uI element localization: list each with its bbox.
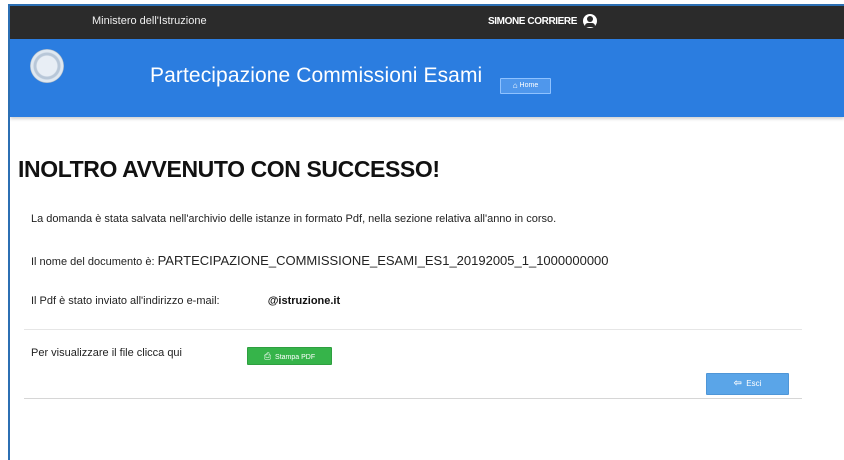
browser-frame: Ministero dell'Istruzione SIMONE CORRIER… xyxy=(8,4,844,460)
ministry-name: Ministero dell'Istruzione xyxy=(92,15,207,27)
printer-icon: ⎙ xyxy=(263,351,272,361)
user-menu[interactable]: SIMONE CORRIERE xyxy=(488,14,598,28)
app-title: Partecipazione Commissioni Esami xyxy=(150,64,483,87)
exit-button-label: Esci xyxy=(746,379,762,388)
document-name: PARTECIPAZIONE_COMMISSIONE_ESAMI_ES1_201… xyxy=(157,253,609,268)
success-headline: INOLTRO AVVENUTO CON SUCCESSO! xyxy=(18,156,440,182)
ministry-topbar: Ministero dell'Istruzione SIMONE CORRIER… xyxy=(10,6,844,39)
pdf-panel: Per visualizzare il file clicca qui ⎙ St… xyxy=(24,329,802,399)
saved-message: La domanda è stata salvata nell'archivio… xyxy=(31,213,557,225)
republic-emblem-icon xyxy=(30,49,64,83)
email-masked-value: hidden xyxy=(223,295,265,307)
home-button-label: Home xyxy=(519,82,539,89)
view-file-label: Per visualizzare il file clicca qui xyxy=(31,347,182,359)
home-icon: ⌂ xyxy=(512,81,518,90)
exit-icon: ⇦ xyxy=(733,378,743,389)
exit-button[interactable]: ⇦ Esci xyxy=(706,373,789,395)
document-name-row: Il nome del documento è: PARTECIPAZIONE_… xyxy=(31,253,609,268)
document-label: Il nome del documento è: xyxy=(31,256,155,268)
print-pdf-label: Stampa PDF xyxy=(275,354,316,361)
email-row: Il Pdf è stato inviato all'indirizzo e-m… xyxy=(31,295,340,307)
app-header: Partecipazione Commissioni Esami ⌂ Home xyxy=(10,39,844,117)
email-label: Il Pdf è stato inviato all'indirizzo e-m… xyxy=(31,295,220,307)
print-pdf-button[interactable]: ⎙ Stampa PDF xyxy=(247,347,332,365)
user-name: SIMONE CORRIERE xyxy=(488,15,578,27)
user-icon[interactable] xyxy=(583,14,598,28)
home-button[interactable]: ⌂ Home xyxy=(500,78,551,94)
email-domain: @istruzione.it xyxy=(267,295,341,307)
